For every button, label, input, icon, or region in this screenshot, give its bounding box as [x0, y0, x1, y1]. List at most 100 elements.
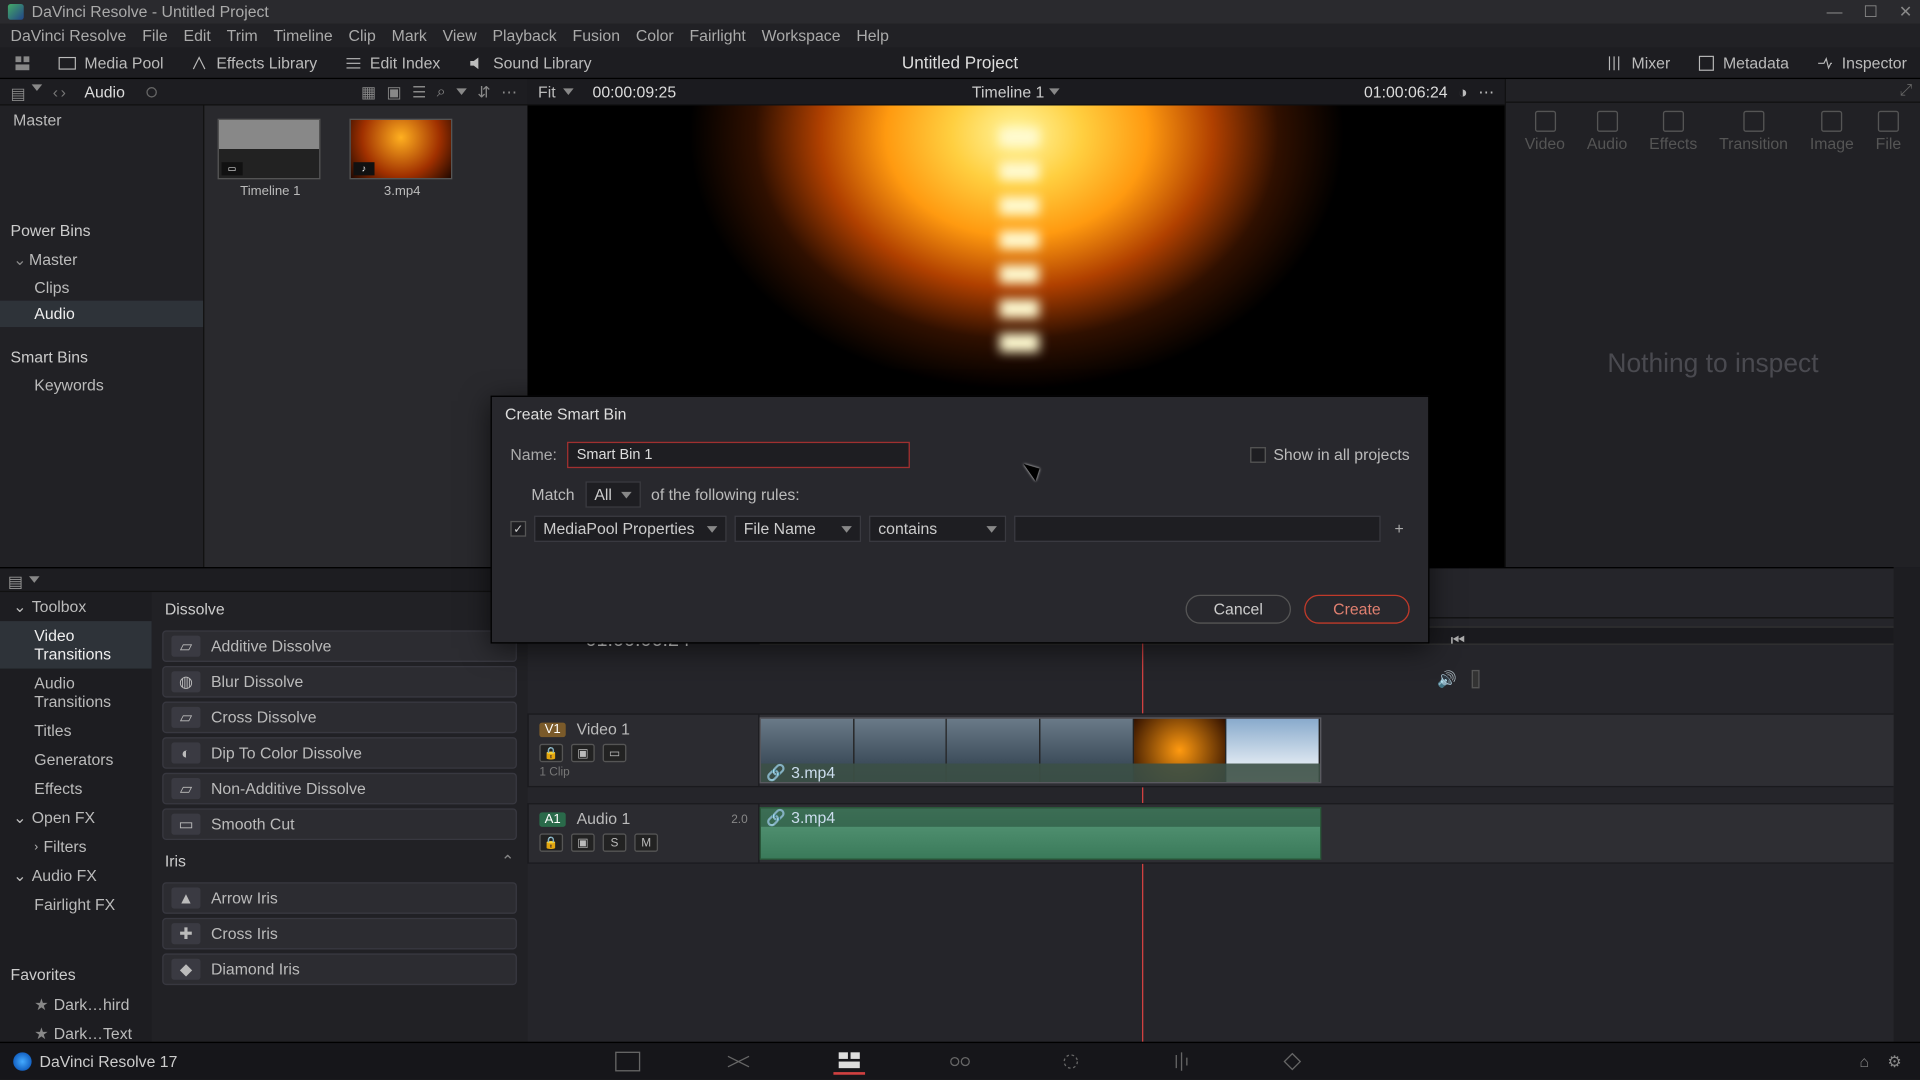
mute-button[interactable]: M: [634, 833, 658, 851]
fx-video-transitions[interactable]: Video Transitions: [0, 621, 152, 668]
close-button[interactable]: ✕: [1899, 3, 1912, 21]
view-grid-icon[interactable]: ▣: [387, 82, 402, 100]
inspector-tab-video[interactable]: Video: [1525, 111, 1565, 153]
inspector-expand-icon[interactable]: ⤢: [1899, 80, 1912, 100]
add-rule-button[interactable]: +: [1389, 520, 1410, 538]
fx-blur-dissolve[interactable]: ◍Blur Dissolve: [162, 666, 517, 698]
volume-slider[interactable]: [1472, 670, 1480, 688]
fx-smooth-cut[interactable]: ▭Smooth Cut: [162, 808, 517, 840]
menu-color[interactable]: Color: [636, 26, 674, 44]
page-edit[interactable]: [833, 1048, 865, 1074]
fx-audiofx[interactable]: ⌄Audio FX: [0, 861, 152, 890]
edit-index-toggle[interactable]: Edit Index: [330, 47, 453, 77]
fx-titles[interactable]: Titles: [0, 716, 152, 745]
auto-select-icon[interactable]: ▣: [571, 744, 595, 762]
minimize-button[interactable]: —: [1827, 3, 1843, 21]
bin-dropdown-icon[interactable]: [32, 84, 43, 91]
fx-arrow-iris[interactable]: ▲Arrow Iris: [162, 882, 517, 914]
audio-clip[interactable]: 🔗3.mp4: [760, 807, 1322, 860]
menu-davinci[interactable]: DaVinci Resolve: [11, 26, 127, 44]
prev-frame-button[interactable]: ⏮: [1451, 630, 1465, 650]
bypass-icon[interactable]: ◑: [1458, 82, 1468, 100]
menu-timeline[interactable]: Timeline: [274, 26, 333, 44]
solo-button[interactable]: S: [603, 833, 627, 851]
clip-3mp4[interactable]: ♪ 3.mp4: [349, 119, 454, 199]
show-all-checkbox[interactable]: [1250, 447, 1266, 463]
inspector-tab-audio[interactable]: Audio: [1587, 111, 1627, 153]
fx-additive-dissolve[interactable]: ▱Additive Dissolve: [162, 630, 517, 662]
create-button[interactable]: Create: [1304, 595, 1409, 624]
page-color[interactable]: [1055, 1048, 1087, 1074]
rule-operator-select[interactable]: contains: [869, 516, 1006, 542]
chevron-down-icon[interactable]: [29, 576, 40, 583]
inspector-tab-transition[interactable]: Transition: [1719, 111, 1788, 153]
nav-back-icon[interactable]: ‹: [53, 82, 58, 100]
fx-toolbox[interactable]: ⌄Toolbox: [0, 592, 152, 621]
collapse-icon[interactable]: ⌃: [501, 852, 514, 870]
options-icon[interactable]: ⋯: [501, 82, 517, 100]
cancel-button[interactable]: Cancel: [1186, 595, 1291, 624]
track-enable-icon[interactable]: ▭: [603, 744, 627, 762]
track-a1[interactable]: 🔗3.mp4: [760, 803, 1894, 864]
menu-help[interactable]: Help: [856, 26, 889, 44]
menu-edit[interactable]: Edit: [184, 26, 211, 44]
zoom-fit-label[interactable]: Fit: [538, 82, 556, 100]
fx-non-additive[interactable]: ▱Non-Additive Dissolve: [162, 773, 517, 805]
pb-clips[interactable]: Clips: [0, 274, 203, 300]
page-fairlight[interactable]: [1166, 1048, 1198, 1074]
inspector-tab-image[interactable]: Image: [1810, 111, 1854, 153]
chevron-down-icon[interactable]: [564, 88, 575, 95]
track-header-v1[interactable]: V1Video 1 🔒 ▣ ▭ 1 Clip: [527, 713, 759, 787]
rule-enabled-checkbox[interactable]: ✓: [510, 521, 526, 537]
page-fusion[interactable]: [944, 1048, 976, 1074]
fx-openfx[interactable]: ⌄Open FX: [0, 803, 152, 832]
pb-audio[interactable]: Audio: [0, 301, 203, 327]
menu-view[interactable]: View: [443, 26, 477, 44]
lock-icon[interactable]: 🔒: [539, 833, 563, 851]
smart-bin-name-input[interactable]: [567, 442, 910, 468]
menu-file[interactable]: File: [142, 26, 168, 44]
menu-playback[interactable]: Playback: [492, 26, 556, 44]
view-list-icon[interactable]: ☰: [412, 82, 426, 100]
home-icon[interactable]: ⌂: [1859, 1052, 1869, 1070]
sb-keywords[interactable]: Keywords: [0, 372, 203, 398]
view-thumbs-icon[interactable]: ▦: [361, 82, 376, 100]
fx-filters[interactable]: ›Filters: [0, 832, 152, 861]
bin-list-icon[interactable]: ▤: [11, 84, 27, 100]
page-deliver[interactable]: [1277, 1048, 1309, 1074]
fx-cross-dissolve[interactable]: ▱Cross Dissolve: [162, 702, 517, 734]
fx-audio-transitions[interactable]: Audio Transitions: [0, 669, 152, 716]
media-pool-toggle[interactable]: Media Pool: [45, 47, 177, 77]
viewer-options-icon[interactable]: ⋯: [1478, 82, 1494, 100]
menu-fusion[interactable]: Fusion: [573, 26, 621, 44]
metadata-toggle[interactable]: Metadata: [1683, 53, 1802, 71]
match-mode-select[interactable]: All: [585, 481, 640, 507]
home-layout-button[interactable]: [0, 47, 45, 77]
track-header-a1[interactable]: A1Audio 12.0 🔒 ▣ S M: [527, 803, 759, 864]
fx-fairlightfx[interactable]: Fairlight FX: [0, 890, 152, 919]
maximize-button[interactable]: ☐: [1864, 3, 1878, 21]
timeline-dropdown-icon[interactable]: [1050, 88, 1061, 95]
filter-icon[interactable]: ⇵: [477, 82, 490, 100]
effects-library-toggle[interactable]: Effects Library: [177, 47, 331, 77]
menu-trim[interactable]: Trim: [227, 26, 258, 44]
pb-master[interactable]: ⌄Master: [0, 245, 203, 274]
lock-icon[interactable]: 🔒: [539, 744, 563, 762]
menu-workspace[interactable]: Workspace: [762, 26, 841, 44]
rule-value-input[interactable]: [1014, 516, 1381, 542]
mixer-toggle[interactable]: Mixer: [1592, 53, 1683, 71]
menu-mark[interactable]: Mark: [392, 26, 427, 44]
fx-effects[interactable]: Effects: [0, 774, 152, 803]
fx-cross-iris[interactable]: ✚Cross Iris: [162, 918, 517, 950]
menu-fairlight[interactable]: Fairlight: [690, 26, 746, 44]
clip-timeline-1[interactable]: ▭ Timeline 1: [218, 119, 323, 199]
fav-1[interactable]: ★ Dark…hird: [0, 990, 152, 1019]
fx-generators[interactable]: Generators: [0, 745, 152, 774]
auto-select-icon[interactable]: ▣: [571, 833, 595, 851]
fx-panel-icon[interactable]: ▤: [8, 572, 24, 588]
page-cut[interactable]: [723, 1048, 755, 1074]
nav-fwd-icon[interactable]: ›: [61, 82, 66, 100]
speaker-icon[interactable]: 🔊: [1437, 670, 1457, 688]
sort-icon[interactable]: [456, 88, 467, 95]
page-media[interactable]: [612, 1048, 644, 1074]
